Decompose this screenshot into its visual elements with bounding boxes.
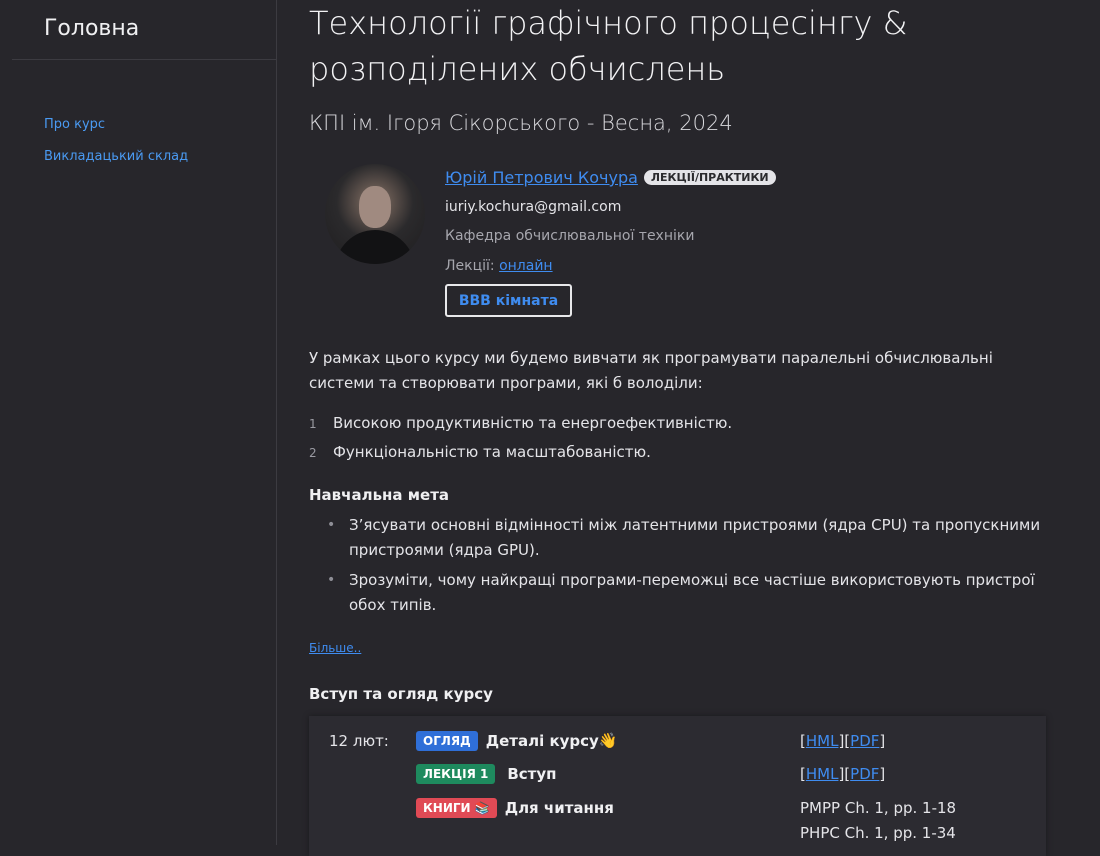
bullet-item: • Зрозуміти, чому найкращі програми-пере… bbox=[323, 568, 1053, 618]
avatar-head bbox=[359, 186, 391, 228]
instructor-card: Юрій Петрович Кочура ЛЕКЦІЇ/ПРАКТИКИ iuri… bbox=[445, 168, 776, 317]
hml-link[interactable]: HML bbox=[806, 765, 839, 783]
bbb-room-button[interactable]: BBB кімната bbox=[445, 284, 572, 317]
intro-paragraph: У рамках цього курсу ми будемо вивчати я… bbox=[309, 349, 993, 392]
bullet-item: • З’ясувати основні відмінності між лате… bbox=[323, 513, 1053, 563]
bracket: ] bbox=[879, 765, 886, 783]
bullet-text: Зрозуміти, чому найкращі програми-перемо… bbox=[349, 571, 1035, 614]
bracket: ][ bbox=[838, 732, 851, 750]
sidebar-item-about[interactable]: Про курс bbox=[44, 117, 105, 132]
list-item-text: Функціональністю та масштабованістю. bbox=[333, 443, 651, 461]
home-link[interactable]: Головна bbox=[44, 16, 139, 41]
lecture-badge: ЛЕКЦІЯ 1 bbox=[416, 763, 496, 784]
page-subtitle: КПІ ім. Ігоря Сікорського - Весна, 2024 bbox=[309, 111, 733, 135]
avatar-shoulders bbox=[335, 230, 415, 264]
schedule-card: 12 лют: ОГЛЯД Деталі курсу👋 [HML][PDF] ЛЕ… bbox=[309, 716, 1046, 856]
material-links: [HML][PDF] bbox=[800, 765, 885, 783]
list-item-text: Високою продуктивністю та енергоефективн… bbox=[333, 414, 733, 432]
page-title: Технології графічного процесінгу & розпо… bbox=[309, 4, 908, 88]
schedule-heading: Вступ та огляд курсу bbox=[309, 685, 493, 703]
schedule-row: ЛЕКЦІЯ 1 Вступ bbox=[416, 763, 557, 787]
role-badge: ЛЕКЦІЇ/ПРАКТИКИ bbox=[643, 170, 776, 185]
instructor-department: Кафедра обчислювальної техніки bbox=[445, 228, 695, 244]
list-item: 2 Функціональністю та масштабованістю. bbox=[309, 443, 651, 461]
schedule-row: КНИГИ 📚 Для читання bbox=[416, 797, 614, 821]
waving-hand-icon: 👋 bbox=[598, 731, 618, 750]
schedule-item-title: Для читання bbox=[504, 798, 614, 817]
schedule-date: 12 лют: bbox=[329, 732, 389, 750]
instructor-email: iuriy.kochura@gmail.com bbox=[445, 199, 622, 215]
list-number: 2 bbox=[309, 446, 317, 460]
lectures-info: Лекції: онлайн bbox=[445, 258, 553, 274]
bracket: ] bbox=[879, 732, 886, 750]
schedule-row: ОГЛЯД Деталі курсу👋 bbox=[416, 730, 618, 754]
list-number: 1 bbox=[309, 417, 317, 431]
list-item: 1 Високою продуктивністю та енергоефектив… bbox=[309, 414, 732, 432]
schedule-item-title: Вступ bbox=[507, 764, 557, 783]
bracket: ][ bbox=[838, 765, 851, 783]
more-link[interactable]: Більше.. bbox=[309, 641, 361, 655]
learning-goal-heading: Навчальна мета bbox=[309, 486, 450, 504]
books-badge: КНИГИ 📚 bbox=[416, 797, 497, 818]
schedule-item-title: Деталі курсу bbox=[485, 731, 599, 750]
bullet-marker: • bbox=[327, 572, 336, 588]
hml-link[interactable]: HML bbox=[806, 732, 839, 750]
sidebar-item-staff[interactable]: Викладацький склад bbox=[44, 149, 188, 164]
lectures-online-link[interactable]: онлайн bbox=[499, 258, 553, 274]
pdf-link[interactable]: PDF bbox=[850, 765, 879, 783]
lectures-label: Лекції: bbox=[445, 258, 495, 274]
bullet-text: З’ясувати основні відмінності між латент… bbox=[349, 516, 1041, 559]
sidebar-divider bbox=[12, 59, 276, 60]
material-links: [HML][PDF] bbox=[800, 732, 885, 750]
reading-ref: PHPC Ch. 1, pp. 1-34 bbox=[800, 824, 956, 842]
sidebar: Головна Про курс Викладацький склад bbox=[0, 0, 277, 845]
bullet-marker: • bbox=[327, 517, 336, 533]
reading-ref: PMPP Ch. 1, pp. 1-18 bbox=[800, 799, 957, 817]
overview-badge: ОГЛЯД bbox=[416, 730, 478, 751]
reading-refs: PMPP Ch. 1, pp. 1-18 PHPC Ch. 1, pp. 1-3… bbox=[800, 796, 956, 846]
instructor-name-link[interactable]: Юрій Петрович Кочура bbox=[445, 168, 638, 187]
pdf-link[interactable]: PDF bbox=[850, 732, 879, 750]
instructor-avatar bbox=[325, 164, 425, 264]
